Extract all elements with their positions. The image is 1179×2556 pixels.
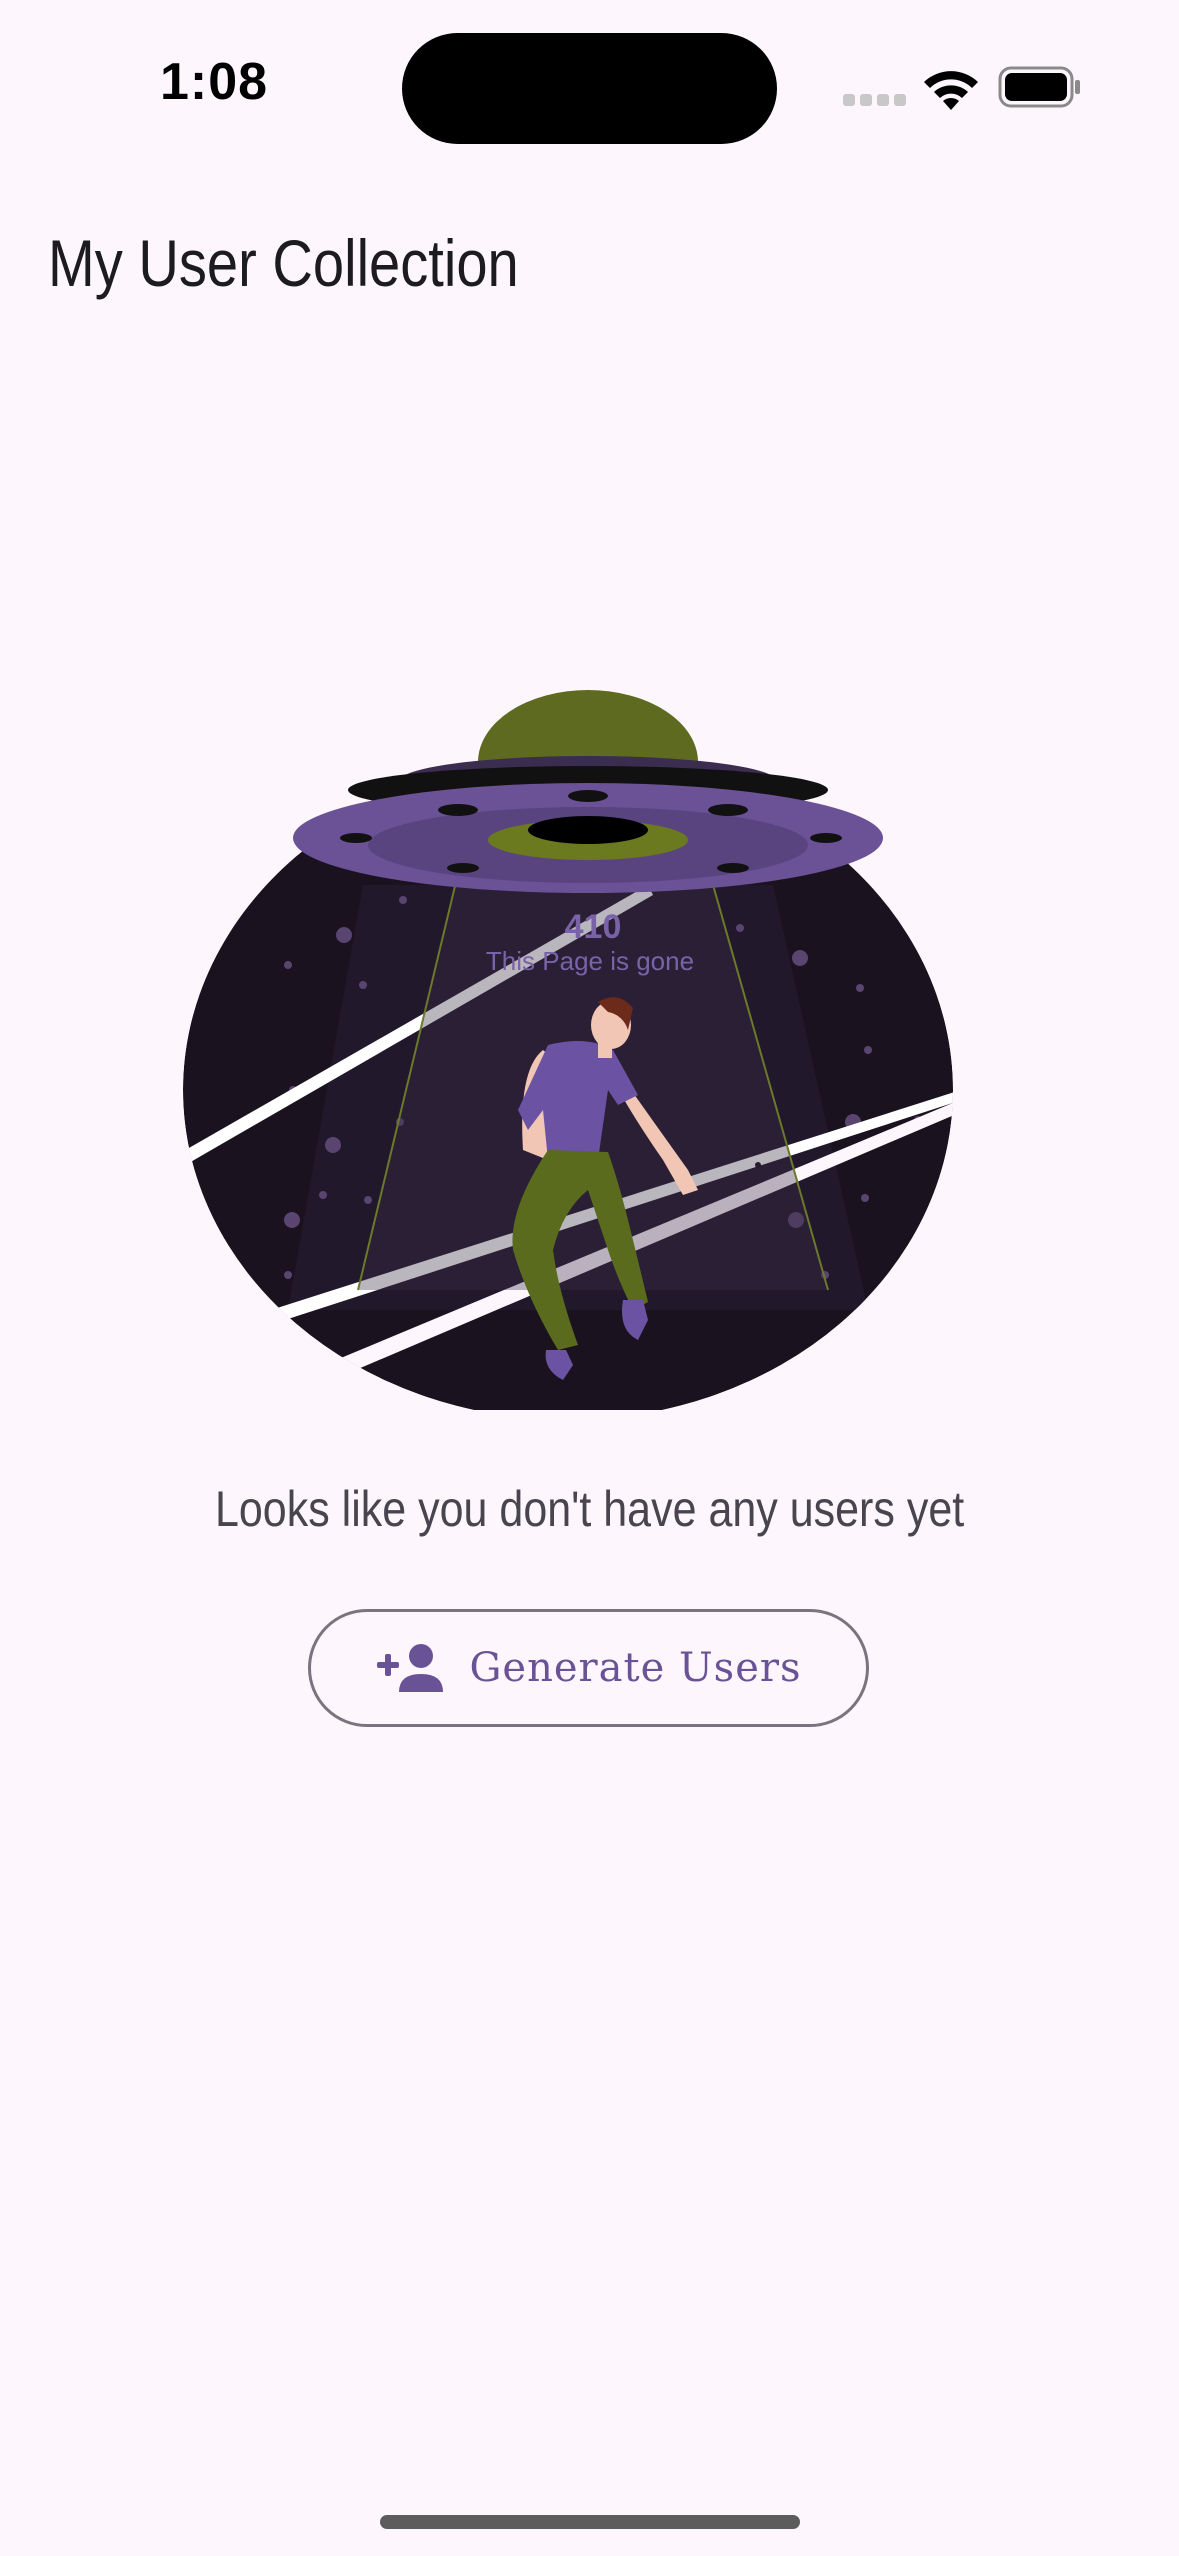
empty-state-text: Looks like you don't have any users yet bbox=[214, 1481, 965, 1537]
person-add-icon bbox=[377, 1644, 444, 1692]
dynamic-island bbox=[402, 33, 777, 144]
illustration-code: 410 bbox=[565, 908, 622, 946]
generate-users-button[interactable]: Generate Users bbox=[308, 1609, 869, 1727]
status-bar: 1:08 bbox=[0, 0, 1179, 170]
ufo-abduction-illustration: 410 This Page is gone bbox=[183, 690, 953, 1410]
page-title: My User Collection bbox=[48, 226, 519, 300]
empty-state-message: Looks like you don't have any users yet bbox=[0, 1480, 1179, 1538]
home-indicator[interactable] bbox=[380, 2515, 800, 2529]
wifi-icon bbox=[924, 71, 978, 110]
generate-users-label: Generate Users bbox=[469, 1645, 802, 1691]
illustration-caption: This Page is gone bbox=[486, 946, 694, 976]
battery-icon bbox=[998, 66, 1080, 108]
signal-icon bbox=[843, 94, 906, 106]
status-time: 1:08 bbox=[160, 53, 269, 111]
